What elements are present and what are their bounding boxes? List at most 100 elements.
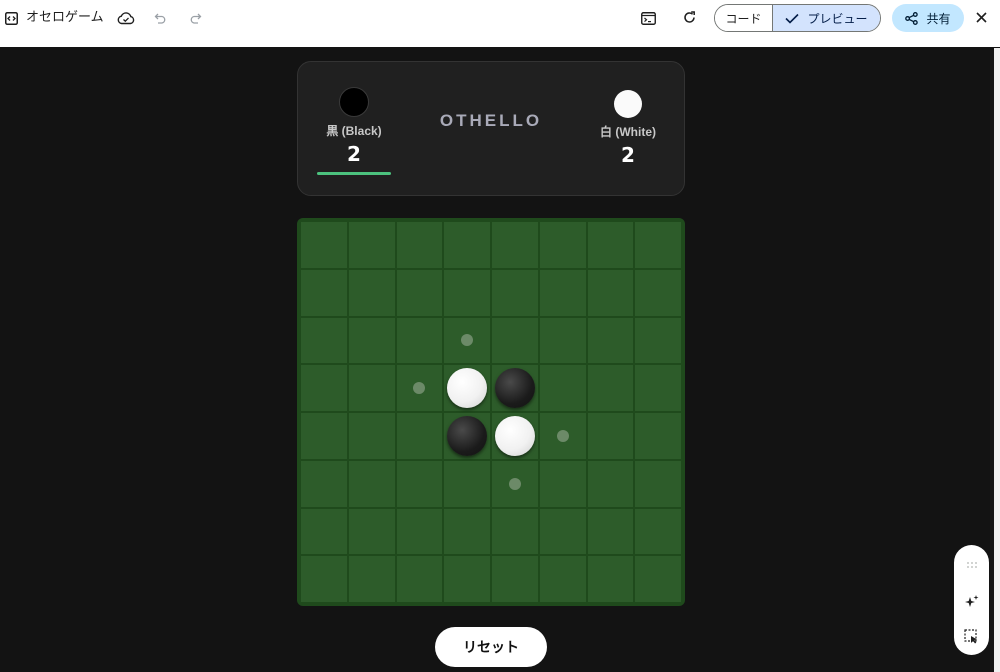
- board-cell[interactable]: [492, 365, 538, 411]
- board-cell[interactable]: [587, 317, 634, 364]
- board-cell[interactable]: [635, 556, 681, 602]
- app-title: オセロゲーム: [26, 10, 104, 25]
- board-cell[interactable]: [492, 222, 538, 268]
- board-cell[interactable]: [587, 508, 634, 555]
- board-cell[interactable]: [539, 365, 586, 411]
- drag-handle-icon[interactable]: [954, 561, 989, 569]
- board-cell[interactable]: [539, 317, 586, 364]
- refresh-icon[interactable]: [682, 10, 696, 25]
- board-cell[interactable]: [492, 508, 538, 555]
- board-cell[interactable]: [587, 269, 634, 316]
- white-player-score: 白 (White) 2: [588, 62, 668, 167]
- board-cell[interactable]: [396, 222, 443, 268]
- board-cell[interactable]: [587, 413, 634, 459]
- board-cell[interactable]: [348, 222, 395, 268]
- board-cell[interactable]: [348, 413, 395, 459]
- close-icon[interactable]: [975, 11, 988, 24]
- board-cell[interactable]: [301, 556, 347, 602]
- floating-toolbar: [954, 545, 989, 655]
- board-cell[interactable]: [396, 508, 443, 555]
- board-cell[interactable]: [301, 460, 347, 507]
- board-cell[interactable]: [587, 460, 634, 507]
- board-cell[interactable]: [587, 222, 634, 268]
- reset-button[interactable]: リセット: [435, 627, 547, 667]
- black-piece: [447, 415, 488, 456]
- board-cell[interactable]: [635, 365, 681, 411]
- select-element-icon[interactable]: [954, 629, 989, 644]
- board-cell[interactable]: [635, 222, 681, 268]
- board-cell[interactable]: [348, 460, 395, 507]
- board-cell[interactable]: [444, 556, 490, 602]
- board-cell[interactable]: [396, 460, 443, 507]
- valid-move-hint: [508, 477, 521, 490]
- board-cell[interactable]: [348, 317, 395, 364]
- cloud-icon[interactable]: [117, 10, 135, 26]
- board-cell[interactable]: [396, 365, 443, 411]
- board-cell[interactable]: [539, 508, 586, 555]
- board-cell[interactable]: [635, 269, 681, 316]
- board-cell[interactable]: [444, 460, 490, 507]
- board-cell[interactable]: [396, 269, 443, 316]
- board-cell[interactable]: [348, 269, 395, 316]
- valid-move-hint: [413, 382, 426, 395]
- board-cell[interactable]: [444, 508, 490, 555]
- board-cell[interactable]: [301, 413, 347, 459]
- share-icon: [905, 11, 919, 25]
- valid-move-hint: [461, 334, 474, 347]
- board-cell[interactable]: [635, 317, 681, 364]
- preview-view-label: プレビュー: [807, 11, 868, 26]
- board-cell[interactable]: [492, 556, 538, 602]
- board-cell[interactable]: [539, 222, 586, 268]
- board-cell[interactable]: [348, 365, 395, 411]
- code-view-button[interactable]: コード: [715, 5, 773, 31]
- valid-move-hint: [556, 429, 569, 442]
- white-disc-icon: [614, 90, 642, 118]
- board-cell[interactable]: [635, 508, 681, 555]
- scrollbar[interactable]: [994, 48, 1000, 672]
- view-toggle: コード プレビュー: [714, 4, 881, 32]
- sparkle-icon[interactable]: [954, 594, 989, 610]
- board-cell[interactable]: [301, 365, 347, 411]
- board-cell[interactable]: [301, 222, 347, 268]
- board-cell[interactable]: [301, 508, 347, 555]
- board-cell[interactable]: [396, 413, 443, 459]
- board-cell[interactable]: [444, 413, 490, 459]
- board-cell[interactable]: [301, 269, 347, 316]
- board-cell[interactable]: [539, 460, 586, 507]
- board-cell[interactable]: [444, 222, 490, 268]
- share-label: 共有: [926, 11, 951, 26]
- othello-board: [297, 218, 685, 606]
- white-piece: [494, 415, 535, 456]
- board-cell[interactable]: [492, 460, 538, 507]
- code-icon: [4, 11, 18, 25]
- board-cell[interactable]: [396, 317, 443, 364]
- board-cell[interactable]: [635, 413, 681, 459]
- board-cell[interactable]: [348, 508, 395, 555]
- share-button[interactable]: 共有: [892, 4, 964, 32]
- board-cell[interactable]: [444, 365, 490, 411]
- redo-icon[interactable]: [188, 11, 202, 25]
- board-cell[interactable]: [539, 556, 586, 602]
- board-cell[interactable]: [492, 269, 538, 316]
- terminal-icon[interactable]: [640, 11, 656, 25]
- board-cell[interactable]: [492, 317, 538, 364]
- board-cell[interactable]: [301, 317, 347, 364]
- score-panel: 黒 (Black) 2 OTHELLO 白 (White) 2: [297, 61, 685, 196]
- board-cell[interactable]: [587, 556, 634, 602]
- board-cell[interactable]: [539, 269, 586, 316]
- black-piece: [494, 368, 535, 409]
- turn-indicator: [317, 172, 391, 175]
- board-cell[interactable]: [444, 269, 490, 316]
- board-cell[interactable]: [539, 413, 586, 459]
- preview-view-button[interactable]: プレビュー: [773, 5, 880, 31]
- white-piece: [447, 368, 488, 409]
- board-cell[interactable]: [587, 365, 634, 411]
- board-cell[interactable]: [635, 460, 681, 507]
- black-count: 2: [347, 142, 361, 166]
- board-cell[interactable]: [348, 556, 395, 602]
- undo-icon[interactable]: [153, 11, 167, 25]
- board-cell[interactable]: [492, 413, 538, 459]
- board-cell[interactable]: [444, 317, 490, 364]
- board-cell[interactable]: [396, 556, 443, 602]
- check-icon: [785, 13, 800, 24]
